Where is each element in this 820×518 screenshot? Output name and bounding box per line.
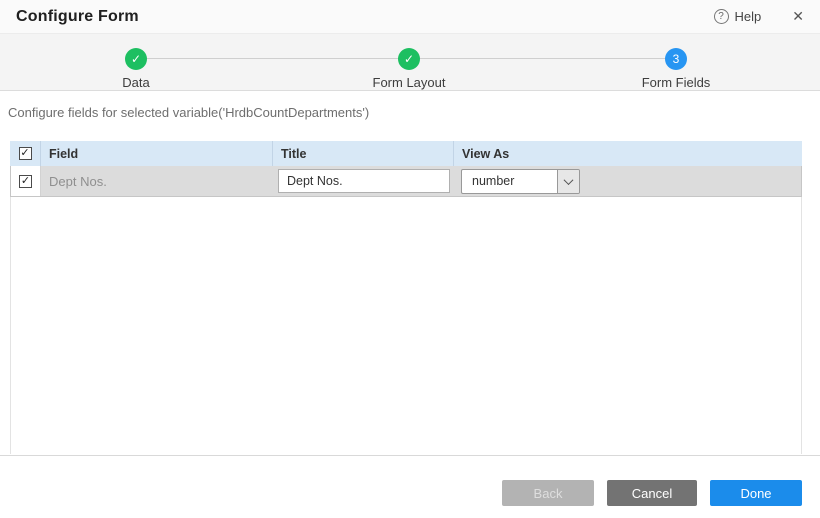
step-label: Form Layout bbox=[373, 75, 446, 90]
done-button[interactable]: Done bbox=[710, 480, 802, 506]
column-header-view-as: View As bbox=[453, 141, 802, 166]
column-header-title: Title bbox=[272, 141, 453, 166]
dialog-footer: Back Cancel Done bbox=[0, 455, 820, 518]
row-checkbox-cell: ✓ bbox=[11, 166, 41, 196]
step-form-layout[interactable]: ✓ Form Layout bbox=[339, 48, 479, 90]
step-label: Form Fields bbox=[642, 75, 711, 90]
help-label: Help bbox=[735, 9, 762, 24]
view-as-cell: number bbox=[454, 166, 801, 196]
select-all-checkbox[interactable]: ✓ bbox=[19, 147, 32, 160]
wizard-stepper: ✓ Data ✓ Form Layout 3 Form Fields bbox=[0, 34, 820, 91]
column-header-field: Field bbox=[40, 141, 272, 166]
view-as-select[interactable]: number bbox=[461, 169, 580, 194]
close-icon[interactable]: ✕ bbox=[792, 8, 804, 25]
cancel-button[interactable]: Cancel bbox=[607, 480, 697, 506]
step-complete-check-icon: ✓ bbox=[398, 48, 420, 70]
page-title: Configure Form bbox=[16, 8, 139, 26]
step-number-badge: 3 bbox=[665, 48, 687, 70]
step-form-fields[interactable]: 3 Form Fields bbox=[606, 48, 746, 90]
select-dropdown-button[interactable] bbox=[557, 170, 579, 193]
view-as-selected-value: number bbox=[462, 170, 557, 193]
configure-fields-description: Configure fields for selected variable('… bbox=[8, 105, 369, 120]
table-header-row: ✓ Field Title View As bbox=[10, 141, 802, 166]
step-complete-check-icon: ✓ bbox=[125, 48, 147, 70]
form-fields-table: ✓ Field Title View As ✓ Dept Nos. number bbox=[10, 141, 802, 454]
field-name-cell: Dept Nos. bbox=[41, 166, 273, 196]
step-data[interactable]: ✓ Data bbox=[66, 48, 206, 90]
row-checkbox[interactable]: ✓ bbox=[19, 175, 32, 188]
table-row: ✓ Dept Nos. number bbox=[10, 166, 802, 197]
titlebar-actions: ? Help ✕ bbox=[714, 8, 804, 25]
back-button[interactable]: Back bbox=[502, 480, 594, 506]
title-cell bbox=[273, 166, 454, 196]
title-input[interactable] bbox=[278, 169, 450, 193]
configure-form-dialog: Configure Form ? Help ✕ ✓ Data ✓ Form La… bbox=[0, 0, 820, 518]
chevron-down-icon bbox=[564, 175, 574, 185]
step-label: Data bbox=[122, 75, 149, 90]
help-icon: ? bbox=[714, 9, 729, 24]
dialog-titlebar: Configure Form ? Help ✕ bbox=[0, 0, 820, 34]
select-all-cell: ✓ bbox=[10, 141, 40, 166]
help-button[interactable]: ? Help bbox=[714, 9, 762, 24]
table-empty-area bbox=[10, 197, 802, 454]
